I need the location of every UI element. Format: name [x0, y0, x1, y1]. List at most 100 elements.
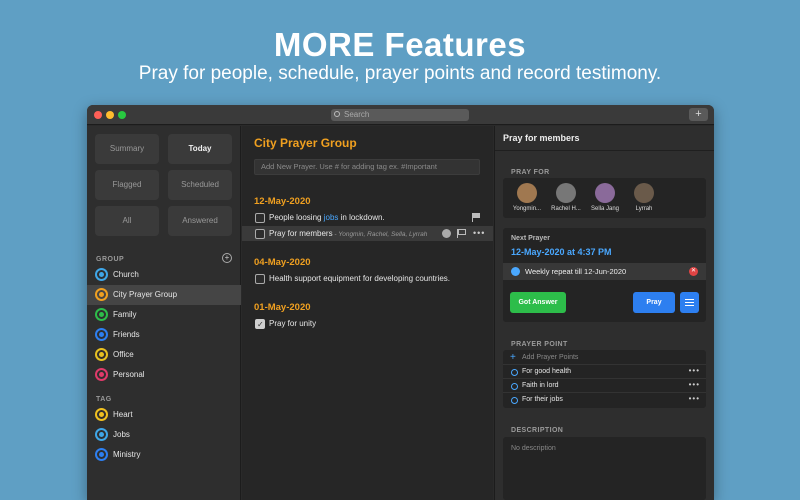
- tag-color-icon: [95, 408, 108, 421]
- detail-title: Pray for members: [495, 126, 714, 151]
- avatar[interactable]: [517, 183, 537, 203]
- sidebar-item-label: City Prayer Group: [113, 290, 178, 299]
- flag-icon[interactable]: [472, 213, 480, 222]
- add-prayer-points-button[interactable]: + Add Prayer Points: [503, 350, 706, 365]
- prayer-row[interactable]: Pray for unity: [242, 316, 493, 332]
- prayer-points-card: + Add Prayer Points For good health ••• …: [503, 350, 706, 408]
- prayer-row[interactable]: People loosing jobs in lockdown.: [242, 210, 493, 225]
- prayer-text: in lockdown.: [338, 213, 385, 222]
- sidebar-item-label: Church: [113, 270, 139, 279]
- pray-button[interactable]: Pray: [633, 292, 675, 313]
- tile-flagged[interactable]: Flagged: [95, 170, 159, 200]
- prayer-text: Pray for unity: [269, 319, 317, 328]
- sidebar-item-label: Jobs: [113, 430, 130, 439]
- more-icon[interactable]: •••: [473, 226, 485, 241]
- prayer-text: Pray for members: [269, 229, 333, 238]
- prayer-point-row[interactable]: For good health •••: [503, 365, 706, 379]
- list-icon[interactable]: [680, 292, 699, 313]
- prayer-checkbox[interactable]: [255, 213, 265, 223]
- more-icon[interactable]: •••: [689, 392, 700, 406]
- zoom-window-button[interactable]: [118, 111, 126, 119]
- sidebar-item-label: Friends: [113, 330, 140, 339]
- prayer-text: People loosing: [269, 213, 324, 222]
- group-color-icon: [95, 328, 108, 341]
- alarm-icon[interactable]: [442, 229, 451, 238]
- add-prayer-points-label: Add Prayer Points: [522, 354, 579, 361]
- prayer-point-circle-icon[interactable]: [511, 397, 518, 404]
- pray-for-card: Yongmin... Rachel H... Sella Jang Lyrrah: [503, 178, 706, 218]
- add-group-button[interactable]: +: [222, 253, 232, 263]
- got-answer-button[interactable]: Got Answer: [510, 292, 566, 313]
- prayer-point-circle-icon[interactable]: [511, 369, 518, 376]
- sidebar-item-church[interactable]: Church: [87, 265, 241, 285]
- prayer-checkbox[interactable]: [255, 317, 265, 332]
- sidebar-item-family[interactable]: Family: [87, 305, 241, 325]
- sidebar-item-jobs[interactable]: Jobs: [87, 425, 241, 445]
- hero-title: MORE Features: [273, 26, 527, 63]
- prayer-point-label: PRAYER POINT: [511, 341, 568, 348]
- sidebar-item-label: Ministry: [113, 450, 141, 459]
- person-name: Sella Jang: [590, 206, 620, 212]
- add-prayer-input[interactable]: Add New Prayer. Use # for adding tag ex.…: [254, 159, 480, 175]
- tile-answered[interactable]: Answered: [168, 206, 232, 236]
- group-color-icon: [95, 368, 108, 381]
- prayer-text: Health support equipment for developing …: [269, 274, 450, 283]
- tag-highlight[interactable]: jobs: [324, 213, 339, 222]
- more-icon[interactable]: •••: [689, 378, 700, 392]
- add-button[interactable]: +: [689, 108, 708, 121]
- description-card[interactable]: No description: [503, 437, 706, 500]
- sidebar-item-label: Heart: [113, 410, 133, 419]
- next-prayer-date[interactable]: 12-May-2020 at 4:37 PM: [511, 247, 612, 257]
- sidebar: Summary Today Flagged Scheduled All Answ…: [87, 126, 241, 500]
- tag-color-icon: [95, 448, 108, 461]
- prayer-members: - Yongmin, Rachel, Sella, Lyrrah: [332, 231, 428, 238]
- date-header: 04-May-2020: [254, 257, 311, 268]
- date-header: 01-May-2020: [254, 302, 311, 313]
- hero-subtitle: Pray for people, schedule, prayer points…: [138, 63, 662, 84]
- prayer-row[interactable]: Health support equipment for developing …: [242, 271, 493, 286]
- prayer-row[interactable]: Pray for members - Yongmin, Rachel, Sell…: [242, 226, 493, 241]
- search-input[interactable]: Search: [331, 109, 469, 121]
- remove-schedule-icon[interactable]: ✕: [689, 267, 698, 276]
- avatar[interactable]: [634, 183, 654, 203]
- prayer-checkbox[interactable]: [255, 274, 265, 284]
- sidebar-item-city-prayer-group[interactable]: City Prayer Group: [87, 285, 241, 305]
- tag-section-label: TAG: [96, 396, 112, 403]
- person-name: Rachel H...: [551, 206, 581, 212]
- prayer-checkbox[interactable]: [255, 229, 265, 239]
- prayer-point-circle-icon[interactable]: [511, 383, 518, 390]
- prayer-point-row[interactable]: For their jobs •••: [503, 393, 706, 407]
- search-icon: [334, 111, 340, 117]
- pray-for-label: PRAY FOR: [511, 169, 550, 176]
- sidebar-item-label: Personal: [113, 370, 145, 379]
- close-window-button[interactable]: [94, 111, 102, 119]
- tag-color-icon: [95, 428, 108, 441]
- tile-summary[interactable]: Summary: [95, 134, 159, 164]
- sidebar-item-office[interactable]: Office: [87, 345, 241, 365]
- group-color-icon: [95, 288, 108, 301]
- sidebar-item-ministry[interactable]: Ministry: [87, 445, 241, 465]
- date-header: 12-May-2020: [254, 196, 311, 207]
- tile-scheduled[interactable]: Scheduled: [168, 170, 232, 200]
- search-placeholder: Search: [344, 110, 370, 119]
- prayer-point-row[interactable]: Faith in lord •••: [503, 379, 706, 393]
- next-prayer-card: Next Prayer 12-May-2020 at 4:37 PM Weekl…: [503, 228, 706, 322]
- repeat-row[interactable]: Weekly repeat till 12-Jun-2020 ✕: [503, 263, 706, 280]
- avatar[interactable]: [556, 183, 576, 203]
- avatar[interactable]: [595, 183, 615, 203]
- prayer-list: City Prayer Group Add New Prayer. Use # …: [242, 126, 493, 500]
- title-bar: Search +: [87, 105, 714, 125]
- tile-today[interactable]: Today: [168, 134, 232, 164]
- minimize-window-button[interactable]: [106, 111, 114, 119]
- sidebar-item-label: Office: [113, 350, 134, 359]
- description-text: No description: [511, 445, 556, 452]
- sidebar-item-friends[interactable]: Friends: [87, 325, 241, 345]
- more-icon[interactable]: •••: [689, 364, 700, 378]
- group-section-label: GROUP: [96, 256, 125, 263]
- sidebar-item-heart[interactable]: Heart: [87, 405, 241, 425]
- tile-all[interactable]: All: [95, 206, 159, 236]
- group-color-icon: [95, 348, 108, 361]
- flag-icon[interactable]: [457, 229, 466, 238]
- alarm-clock-icon: [511, 267, 520, 276]
- sidebar-item-personal[interactable]: Personal: [87, 365, 241, 385]
